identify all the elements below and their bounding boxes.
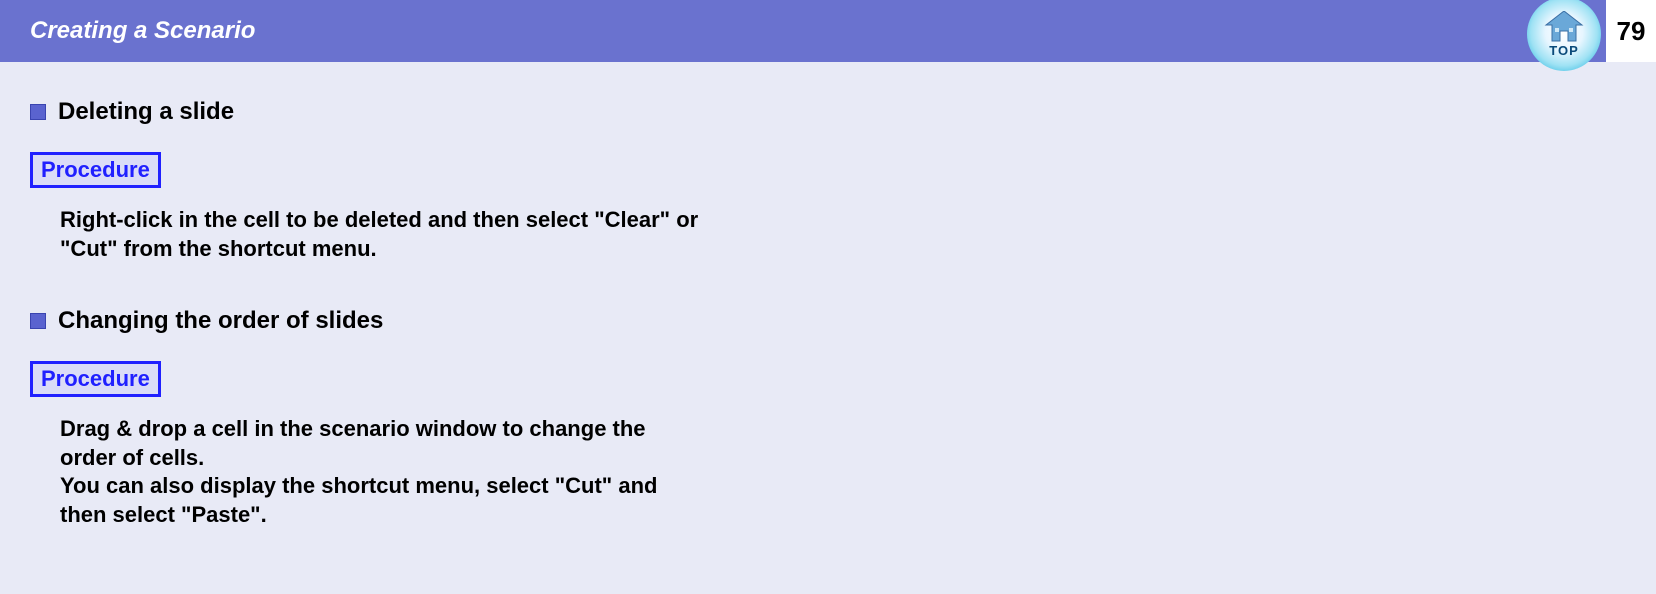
page-title: Creating a Scenario <box>30 17 255 45</box>
page-number-area: 79 <box>1606 0 1656 62</box>
procedure-badge: Procedure <box>30 361 161 397</box>
section-heading: Changing the order of slides <box>30 307 730 335</box>
top-button-label: TOP <box>1549 43 1579 58</box>
procedure-badge: Procedure <box>30 152 161 188</box>
procedure-body: Right-click in the cell to be deleted an… <box>60 206 700 263</box>
section-heading-text: Changing the order of slides <box>58 307 383 335</box>
top-button[interactable]: TOP <box>1524 0 1604 74</box>
top-icon-circle: TOP <box>1527 0 1601 71</box>
square-bullet-icon <box>30 313 46 329</box>
section-heading: Deleting a slide <box>30 98 730 126</box>
home-up-icon <box>1544 11 1584 45</box>
section-heading-text: Deleting a slide <box>58 98 234 126</box>
content-column: Deleting a slide Procedure Right-click i… <box>0 62 760 530</box>
procedure-body: Drag & drop a cell in the scenario windo… <box>60 415 700 529</box>
page-number: 79 <box>1617 16 1646 47</box>
header-bar: Creating a Scenario TOP 79 <box>0 0 1656 62</box>
square-bullet-icon <box>30 104 46 120</box>
